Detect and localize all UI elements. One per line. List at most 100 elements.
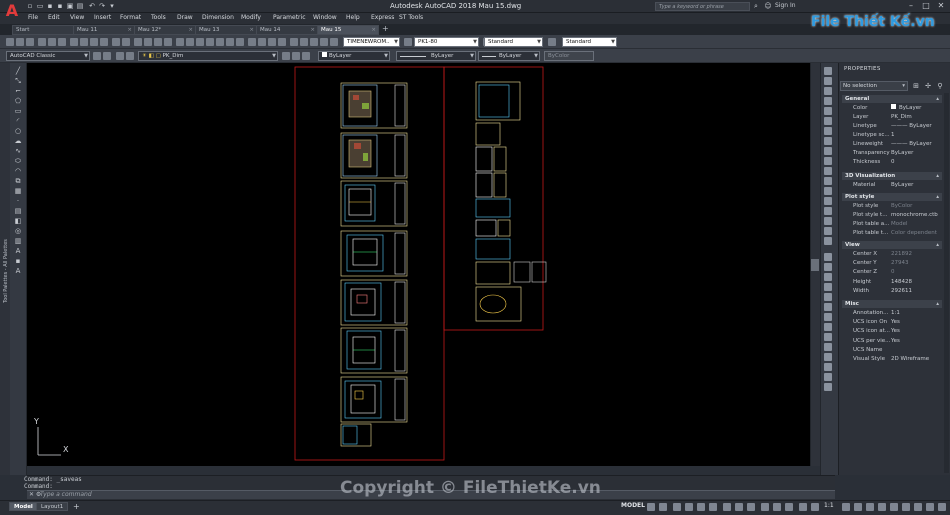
- lineweight-display-icon[interactable]: [761, 503, 769, 511]
- tab-start[interactable]: Start: [12, 25, 74, 35]
- tab-mau-11[interactable]: Mau 11 ×: [73, 25, 135, 35]
- print-icon[interactable]: ▤: [76, 2, 84, 10]
- redo-icon[interactable]: [122, 38, 130, 46]
- new-tab-icon[interactable]: +: [382, 25, 390, 33]
- minimize-icon[interactable]: –: [906, 1, 916, 11]
- spline-icon[interactable]: ∿: [14, 147, 22, 155]
- extend-icon[interactable]: [824, 167, 832, 175]
- table-style-icon[interactable]: [320, 38, 328, 46]
- model-space-toggle[interactable]: MODEL: [621, 502, 645, 509]
- prop-row[interactable]: Height 148428: [842, 278, 942, 287]
- preview-icon[interactable]: [48, 38, 56, 46]
- make-block-icon[interactable]: ▦: [14, 187, 22, 195]
- join-icon[interactable]: [824, 197, 832, 205]
- color-combo[interactable]: ByLayer ▼: [318, 51, 390, 61]
- 3d-osnap-icon[interactable]: [799, 503, 807, 511]
- sign-in-link[interactable]: Sign In: [775, 2, 796, 9]
- erase-icon[interactable]: [824, 67, 832, 75]
- dim-style-manager-icon[interactable]: [310, 38, 318, 46]
- style-manager-icon[interactable]: [300, 38, 308, 46]
- markup-icon[interactable]: [216, 38, 224, 46]
- prop-row[interactable]: Center Z 0: [842, 268, 942, 277]
- tab-close-icon[interactable]: ×: [249, 26, 254, 34]
- diameter-icon[interactable]: [824, 323, 832, 331]
- snap-mode-icon[interactable]: [659, 503, 667, 511]
- plot-icon[interactable]: [38, 38, 46, 46]
- properties-scrollbar[interactable]: [944, 93, 949, 473]
- menu-tools[interactable]: Tools: [151, 14, 166, 21]
- continue-icon[interactable]: [824, 363, 832, 371]
- cut-icon[interactable]: [70, 38, 78, 46]
- offset-icon[interactable]: [824, 97, 832, 105]
- isolate-objects-icon[interactable]: [902, 503, 910, 511]
- menu-parametric[interactable]: Parametric: [273, 14, 306, 21]
- customization-icon[interactable]: [938, 503, 946, 511]
- toggle-pickadd-icon[interactable]: ⊞: [912, 82, 920, 90]
- grid-icon[interactable]: [258, 38, 266, 46]
- save-as-icon[interactable]: ▪: [56, 2, 64, 10]
- move-icon[interactable]: [824, 117, 832, 125]
- zoom-window-icon[interactable]: [154, 38, 162, 46]
- dim-style-combo[interactable]: PK1-80 ▼: [414, 37, 479, 47]
- sheet-set-icon[interactable]: [206, 38, 214, 46]
- draw-order-icon[interactable]: [824, 253, 832, 261]
- menu-edit[interactable]: Edit: [48, 14, 60, 21]
- lineweight-combo[interactable]: ByLayer ▼: [478, 51, 540, 61]
- search-input[interactable]: Type a keyword or phrase: [655, 2, 750, 11]
- hardware-acceleration-icon[interactable]: [914, 503, 922, 511]
- array-icon[interactable]: [824, 107, 832, 115]
- quick-select-icon[interactable]: ⚲: [936, 82, 944, 90]
- grid-display-icon[interactable]: [647, 503, 655, 511]
- prop-row[interactable]: Plot style t... monochrome.ctb: [842, 211, 942, 220]
- prop-row[interactable]: Lineweight ——— ByLayer: [842, 140, 942, 149]
- make-current-icon[interactable]: [282, 52, 290, 60]
- menu-window[interactable]: Window: [313, 14, 337, 21]
- circle-icon[interactable]: ○: [14, 127, 22, 135]
- blend-curves-icon[interactable]: [824, 227, 832, 235]
- open-file-icon[interactable]: ▭: [36, 2, 44, 10]
- trim-icon[interactable]: [824, 157, 832, 165]
- layer-state-icon[interactable]: [126, 52, 134, 60]
- layer-combo[interactable]: ☀ ◧ ▢ PK_Dim ▼: [138, 51, 278, 61]
- chamfer-icon[interactable]: [824, 207, 832, 215]
- layer-match-icon[interactable]: [302, 52, 310, 60]
- prop-row[interactable]: Layer PK_Dim: [842, 113, 942, 122]
- selection-combo[interactable]: No selection ▾: [840, 81, 908, 91]
- layer-previous-icon[interactable]: [292, 52, 300, 60]
- object-snap-tracking-icon[interactable]: [735, 503, 743, 511]
- search-icon[interactable]: ⌕: [752, 2, 760, 10]
- gradient-icon[interactable]: ◧: [14, 217, 22, 225]
- menu-file[interactable]: File: [28, 14, 38, 21]
- open-icon[interactable]: [16, 38, 24, 46]
- prop-row[interactable]: Material ByLayer: [842, 181, 942, 190]
- polyline-icon[interactable]: ⌐: [14, 87, 22, 95]
- tab-close-icon[interactable]: ×: [188, 26, 193, 34]
- quick-properties-icon[interactable]: [878, 503, 886, 511]
- polar-icon[interactable]: [278, 38, 286, 46]
- pan-icon[interactable]: [134, 38, 142, 46]
- transparency-icon[interactable]: [773, 503, 781, 511]
- polygon-icon[interactable]: ⬠: [14, 97, 22, 105]
- aligned-dim-icon[interactable]: [824, 273, 832, 281]
- layout-tab-model[interactable]: Model: [9, 502, 38, 511]
- arc-length-icon[interactable]: [824, 283, 832, 291]
- layer-properties-icon[interactable]: [116, 52, 124, 60]
- menu-format[interactable]: Format: [120, 14, 141, 21]
- line-icon[interactable]: ╱: [14, 67, 22, 75]
- ellipse-icon[interactable]: ⬭: [14, 157, 22, 165]
- add-selected-icon[interactable]: ▪: [14, 257, 22, 265]
- prop-row[interactable]: UCS Name: [842, 346, 942, 355]
- prop-row[interactable]: UCS icon at... Yes: [842, 327, 942, 336]
- section-3d-visualization[interactable]: 3D Visualization ▴: [842, 172, 942, 180]
- menu-st-tools[interactable]: ST Tools: [399, 14, 423, 21]
- break-icon[interactable]: [824, 187, 832, 195]
- dim-space-icon[interactable]: [824, 373, 832, 381]
- prop-row[interactable]: Annotation... 1:1: [842, 309, 942, 318]
- polar-tracking-icon[interactable]: [709, 503, 717, 511]
- insert-block-icon[interactable]: ⧉: [14, 177, 22, 185]
- close-icon[interactable]: ✕: [936, 1, 946, 11]
- prop-row[interactable]: UCS per vie... Yes: [842, 337, 942, 346]
- multiline-text-icon[interactable]: A: [14, 247, 22, 255]
- tab-mau-13[interactable]: Mau 13 ×: [195, 25, 257, 35]
- scale-icon[interactable]: [824, 137, 832, 145]
